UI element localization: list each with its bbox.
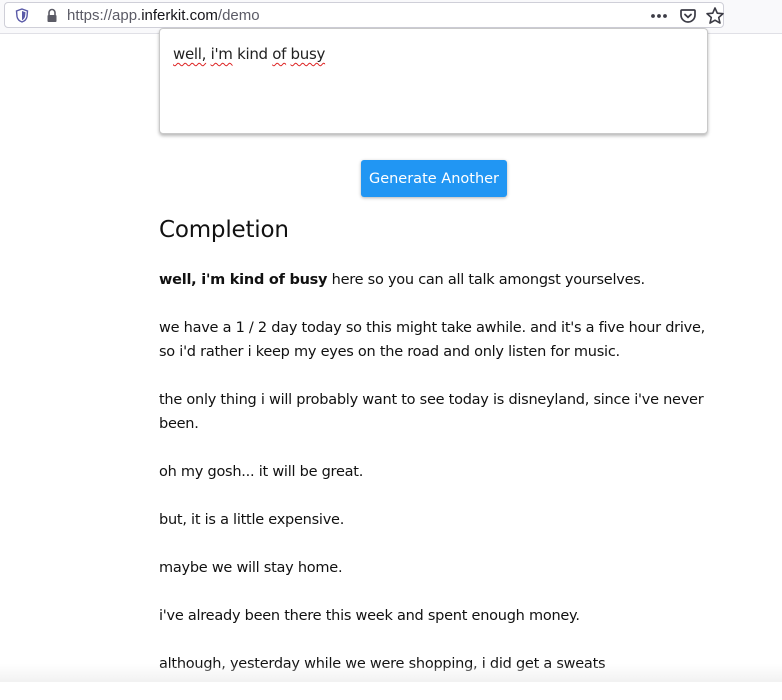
prompt-textarea[interactable]: well, i'm kind of busy [159, 28, 708, 134]
shield-icon[interactable] [15, 8, 29, 23]
completion-paragraph: oh my gosh... it will be great. [159, 464, 364, 480]
page-content: well, i'm kind of busy Generate Another … [0, 28, 782, 682]
completion-prompt-bold: well, i'm kind of busy [159, 272, 328, 288]
more-dots-icon[interactable] [649, 8, 669, 24]
completion-paragraph: but, it is a little expensive. [159, 512, 345, 528]
url-host: inferkit.com [141, 7, 218, 24]
prompt-word-2: i'm [210, 45, 233, 63]
prompt-word-4: of [272, 45, 287, 63]
completion-paragraph: maybe we will stay home. [159, 560, 343, 576]
bottom-scroll-fade [0, 664, 782, 682]
completion-first-rest: here so you can all talk amongst yoursel… [327, 272, 646, 288]
url-path: /demo [217, 7, 260, 24]
completion-paragraph: i've already been there this week and sp… [159, 608, 580, 624]
url-text[interactable]: https://app.inferkit.com/demo [67, 7, 260, 24]
completion-paragraph: the only thing i will probably want to s… [159, 392, 704, 432]
prompt-word-3: kind [237, 45, 268, 63]
url-prefix: https://app. [67, 7, 142, 24]
prompt-word-1: well, [173, 45, 207, 63]
pocket-icon[interactable] [679, 7, 697, 25]
star-icon[interactable] [705, 6, 725, 26]
prompt-text: well, i'm kind of busy [173, 45, 325, 63]
generate-another-button[interactable]: Generate Another [361, 160, 507, 197]
completion-paragraph: we have a 1 / 2 day today so this might … [159, 320, 706, 360]
completion-heading: Completion [159, 217, 289, 243]
completion-text: well, i'm kind of busy here so you can a… [159, 268, 719, 700]
completion-paragraph: well, i'm kind of busy here so you can a… [159, 268, 719, 292]
prompt-word-5: busy [290, 45, 326, 63]
lock-icon[interactable] [45, 8, 59, 23]
url-bar[interactable]: https://app.inferkit.com/demo [4, 2, 724, 28]
